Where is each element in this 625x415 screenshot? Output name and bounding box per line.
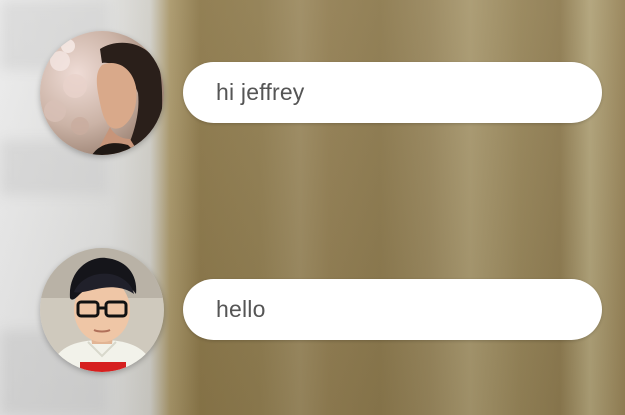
man-avatar[interactable] — [40, 248, 164, 372]
message-row: hello — [40, 248, 602, 372]
man-avatar-image — [40, 248, 164, 372]
message-text: hi jeffrey — [216, 79, 305, 105]
woman-avatar-image — [40, 31, 164, 155]
message-bubble[interactable]: hello — [183, 279, 602, 340]
woman-avatar[interactable] — [40, 31, 164, 155]
message-row: hi jeffrey — [40, 31, 602, 155]
chat-screen: hi jeffrey hello — [0, 0, 625, 415]
message-bubble[interactable]: hi jeffrey — [183, 62, 602, 123]
message-text: hello — [216, 296, 266, 322]
